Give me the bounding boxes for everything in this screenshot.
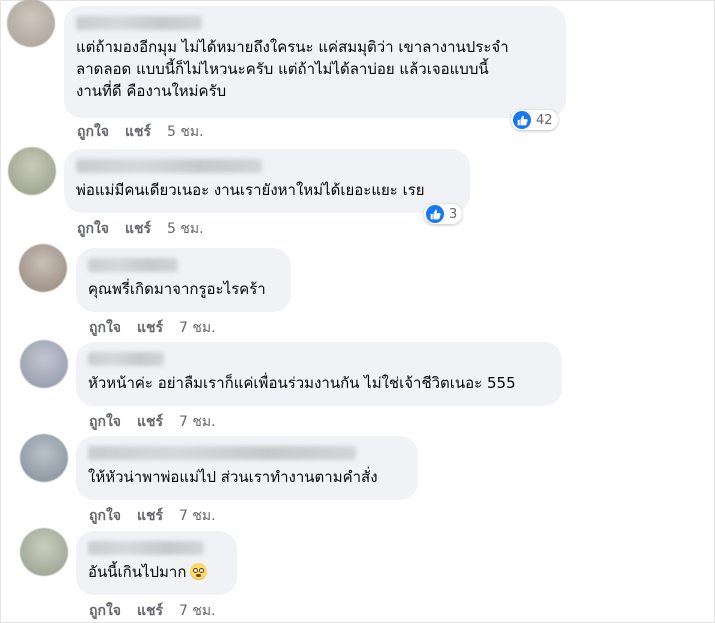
- share-link[interactable]: แชร์: [125, 121, 151, 143]
- avatar[interactable]: [20, 528, 68, 576]
- comment-actions: ถูกใจ แชร์ 7 ชม.: [89, 505, 216, 527]
- comment-text: ให้หัวน่าพาพ่อแม่ไป ส่วนเราทำงานตามคำสั่…: [88, 468, 378, 486]
- reaction-summary[interactable]: 42: [511, 110, 558, 130]
- comment-time[interactable]: 5 ชม.: [167, 121, 204, 143]
- comment-bubble: แต่ถ้ามองอีกมุม ไม่ได้หมายถึงใครนะ แค่สม…: [64, 6, 566, 118]
- comment-actions: ถูกใจ แชร์ 7 ชม.: [89, 317, 216, 339]
- comment-bubble: อันนี้เกินไปมาก: [76, 531, 237, 595]
- like-link[interactable]: ถูกใจ: [89, 505, 121, 527]
- comment-bubble: คุณพรี่เกิดมาจากรูอะไรคร้า: [76, 248, 291, 312]
- avatar[interactable]: [20, 434, 68, 482]
- reaction-count: 42: [536, 112, 553, 128]
- like-reaction-icon: [513, 111, 531, 129]
- reaction-summary[interactable]: 3: [424, 204, 463, 224]
- like-link[interactable]: ถูกใจ: [77, 121, 109, 143]
- avatar[interactable]: [8, 147, 56, 195]
- comment-text: พ่อแม่มีคนเดียวเนอะ งานเรายังหาใหม่ได้เย…: [76, 181, 425, 199]
- flushed-face-emoji-icon: [190, 563, 208, 580]
- commenter-name-blurred[interactable]: [88, 541, 204, 555]
- comment-text-content: อันนี้เกินไปมาก: [88, 563, 187, 581]
- like-link[interactable]: ถูกใจ: [89, 600, 121, 622]
- comment-actions: ถูกใจ แชร์ 7 ชม.: [89, 411, 216, 433]
- avatar[interactable]: [19, 244, 67, 292]
- comment-text: คุณพรี่เกิดมาจากรูอะไรคร้า: [88, 280, 266, 298]
- like-link[interactable]: ถูกใจ: [77, 218, 109, 240]
- comment-actions: ถูกใจ แชร์ 5 ชม.: [77, 218, 204, 240]
- comment-text: แต่ถ้ามองอีกมุม ไม่ได้หมายถึงใครนะ แค่สม…: [76, 38, 509, 100]
- comment-time[interactable]: 7 ชม.: [179, 505, 216, 527]
- share-link[interactable]: แชร์: [137, 505, 163, 527]
- reaction-count: 3: [449, 206, 458, 222]
- comment-text: อันนี้เกินไปมาก: [88, 561, 225, 583]
- commenter-name-blurred[interactable]: [76, 16, 202, 30]
- like-link[interactable]: ถูกใจ: [89, 317, 121, 339]
- commenter-name-blurred[interactable]: [88, 258, 178, 272]
- comment-actions: ถูกใจ แชร์ 7 ชม.: [89, 600, 216, 622]
- share-link[interactable]: แชร์: [137, 411, 163, 433]
- share-link[interactable]: แชร์: [125, 218, 151, 240]
- comment-actions: ถูกใจ แชร์ 5 ชม.: [77, 121, 204, 143]
- comment-time[interactable]: 5 ชม.: [167, 218, 204, 240]
- like-reaction-icon: [426, 205, 444, 223]
- commenter-name-blurred[interactable]: [88, 446, 356, 460]
- commenter-name-blurred[interactable]: [88, 352, 164, 366]
- like-link[interactable]: ถูกใจ: [89, 411, 121, 433]
- avatar[interactable]: [7, 0, 55, 47]
- comment-time[interactable]: 7 ชม.: [179, 317, 216, 339]
- share-link[interactable]: แชร์: [137, 600, 163, 622]
- comment-text: หัวหน้าค่ะ อย่าลืมเราก็แค่เพื่อนร่วมงานก…: [88, 374, 516, 392]
- comment-time[interactable]: 7 ชม.: [179, 411, 216, 433]
- comment-bubble: หัวหน้าค่ะ อย่าลืมเราก็แค่เพื่อนร่วมงานก…: [76, 342, 562, 406]
- comment-bubble: ให้หัวน่าพาพ่อแม่ไป ส่วนเราทำงานตามคำสั่…: [76, 436, 418, 500]
- avatar[interactable]: [20, 340, 68, 388]
- share-link[interactable]: แชร์: [137, 317, 163, 339]
- comment-time[interactable]: 7 ชม.: [179, 600, 216, 622]
- comment-bubble: พ่อแม่มีคนเดียวเนอะ งานเรายังหาใหม่ได้เย…: [64, 149, 470, 213]
- commenter-name-blurred[interactable]: [76, 159, 262, 173]
